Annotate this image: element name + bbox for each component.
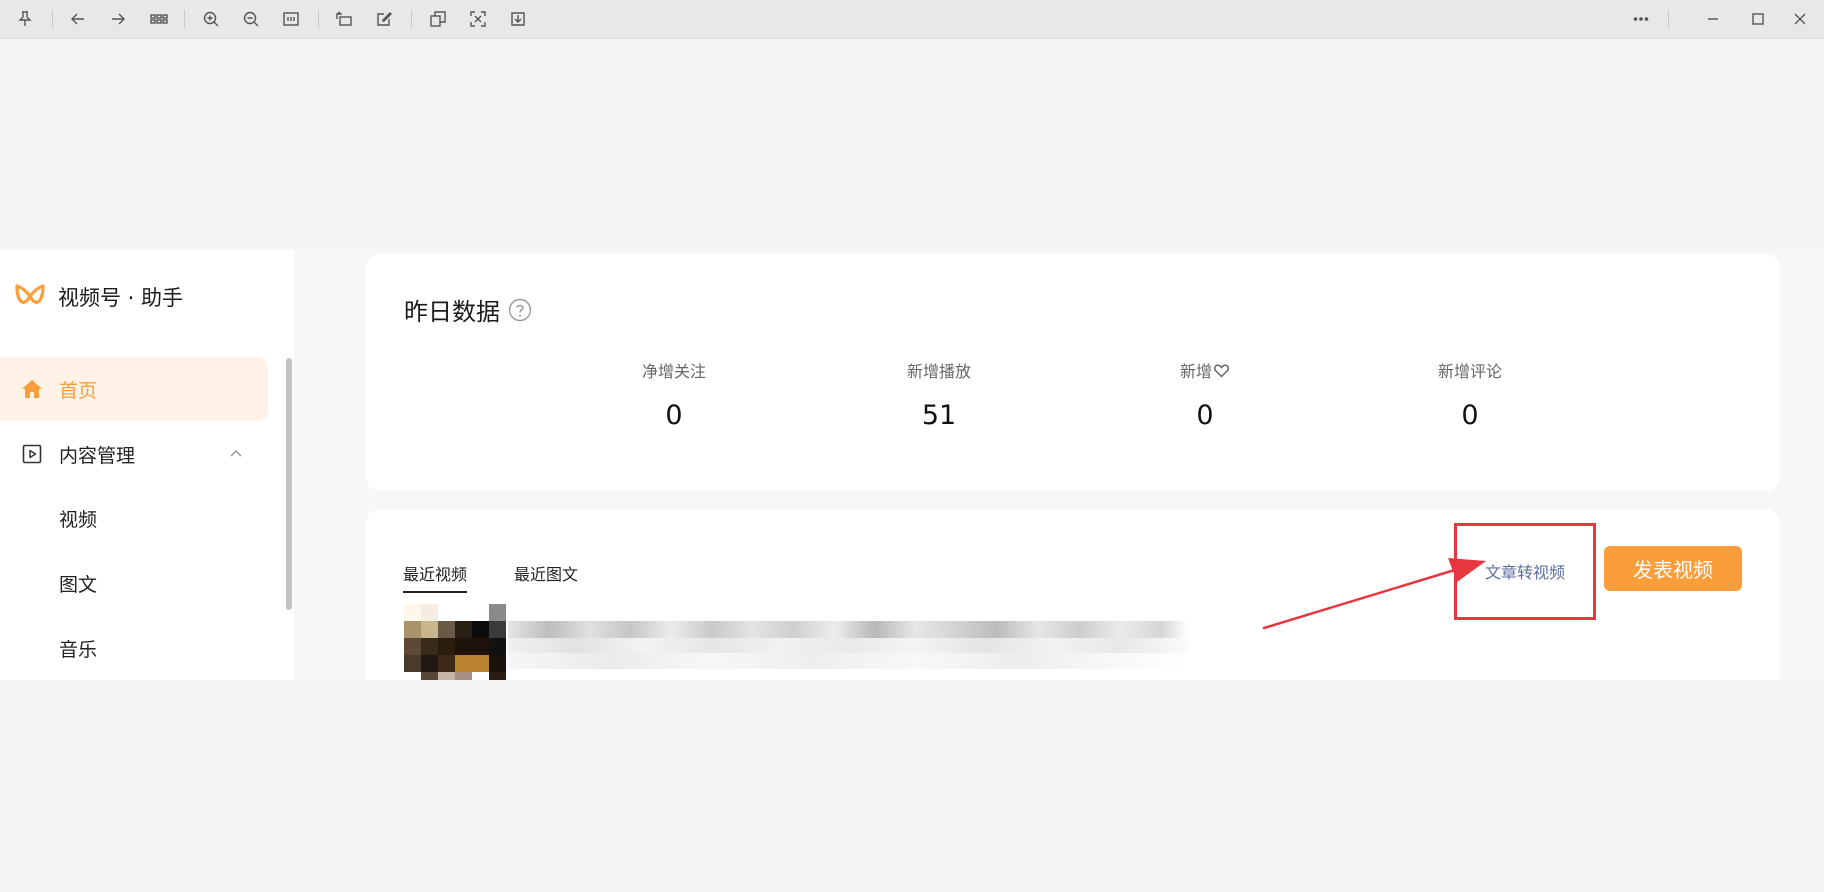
zoom-out-icon[interactable] <box>239 7 263 31</box>
stat-label: 新增 <box>1095 358 1315 382</box>
heart-icon <box>1213 362 1230 379</box>
sidebar: 视频号 · 助手 首页 内容管理 视频 图文 音乐 <box>0 250 294 680</box>
stat-label: 净增关注 <box>641 362 706 381</box>
sidebar-item-label: 首页 <box>59 379 98 402</box>
sidebar-item-content-management[interactable]: 内容管理 <box>0 422 268 486</box>
brand: 视频号 · 助手 <box>14 282 183 312</box>
toolbar-divider <box>318 10 319 28</box>
video-title-blurred[interactable] <box>508 621 1188 638</box>
stats-card: 昨日数据 净增关注 0 新增播放 51 新增 0 新增评论 0 <box>366 254 1780 491</box>
stat-label: 新增评论 <box>1437 362 1502 381</box>
stat-value: 0 <box>1196 400 1214 431</box>
home-icon <box>20 377 44 401</box>
sidebar-item-home[interactable]: 首页 <box>0 357 268 421</box>
stats-title: 昨日数据 <box>404 292 532 327</box>
chevron-up-icon[interactable] <box>228 446 244 462</box>
publish-video-button[interactable]: 发表视频 <box>1604 546 1742 591</box>
close-icon[interactable] <box>1788 7 1812 31</box>
sidebar-item-label: 内容管理 <box>59 444 136 467</box>
video-thumbnail[interactable] <box>404 604 508 680</box>
toolbar-divider <box>52 10 53 28</box>
play-square-icon <box>20 442 44 466</box>
zoom-in-icon[interactable] <box>199 7 223 31</box>
rotate-icon[interactable] <box>332 7 356 31</box>
help-icon[interactable] <box>508 298 532 322</box>
stat-label-text: 新增 <box>1179 362 1212 381</box>
save-icon[interactable] <box>506 7 530 31</box>
stat-net-followers: 净增关注 0 <box>564 358 784 431</box>
video-meta-blurred <box>508 638 1188 653</box>
crop-icon[interactable] <box>466 7 490 31</box>
stat-new-likes: 新增 0 <box>1095 358 1315 431</box>
pin-icon[interactable] <box>13 7 37 31</box>
stat-new-comments: 新增评论 0 <box>1360 358 1580 431</box>
minimize-icon[interactable] <box>1701 7 1725 31</box>
copy-icon[interactable] <box>426 7 450 31</box>
toolbar-divider <box>411 10 412 28</box>
tab-recent-videos[interactable]: 最近视频 <box>403 561 468 593</box>
sidebar-subitem-music[interactable]: 音乐 <box>59 635 97 662</box>
stat-label: 新增播放 <box>906 362 971 381</box>
brand-name: 视频号 · 助手 <box>58 286 184 310</box>
viewer-toolbar <box>0 0 1824 39</box>
maximize-icon[interactable] <box>1746 7 1770 31</box>
toolbar-divider <box>184 10 185 28</box>
sidebar-scrollbar-thumb[interactable] <box>286 358 292 610</box>
back-icon[interactable] <box>66 7 90 31</box>
stat-value: 0 <box>665 400 683 431</box>
edit-icon[interactable] <box>372 7 396 31</box>
stat-new-plays: 新增播放 51 <box>829 358 1049 431</box>
video-stats-blurred <box>508 653 1188 669</box>
tab-recent-articles[interactable]: 最近图文 <box>514 561 578 591</box>
stats-title-text: 昨日数据 <box>404 298 500 326</box>
stat-value: 0 <box>1461 400 1479 431</box>
grid-icon[interactable] <box>147 7 171 31</box>
annotation-highlight-box <box>1454 523 1596 620</box>
sidebar-subitem-article[interactable]: 图文 <box>59 570 97 597</box>
more-icon[interactable] <box>1629 7 1653 31</box>
sidebar-subitem-video[interactable]: 视频 <box>59 505 97 532</box>
channels-logo-icon <box>14 282 46 312</box>
toolbar-divider <box>1668 10 1669 28</box>
fit-icon[interactable] <box>279 7 303 31</box>
stat-value: 51 <box>921 400 957 431</box>
forward-icon[interactable] <box>106 7 130 31</box>
